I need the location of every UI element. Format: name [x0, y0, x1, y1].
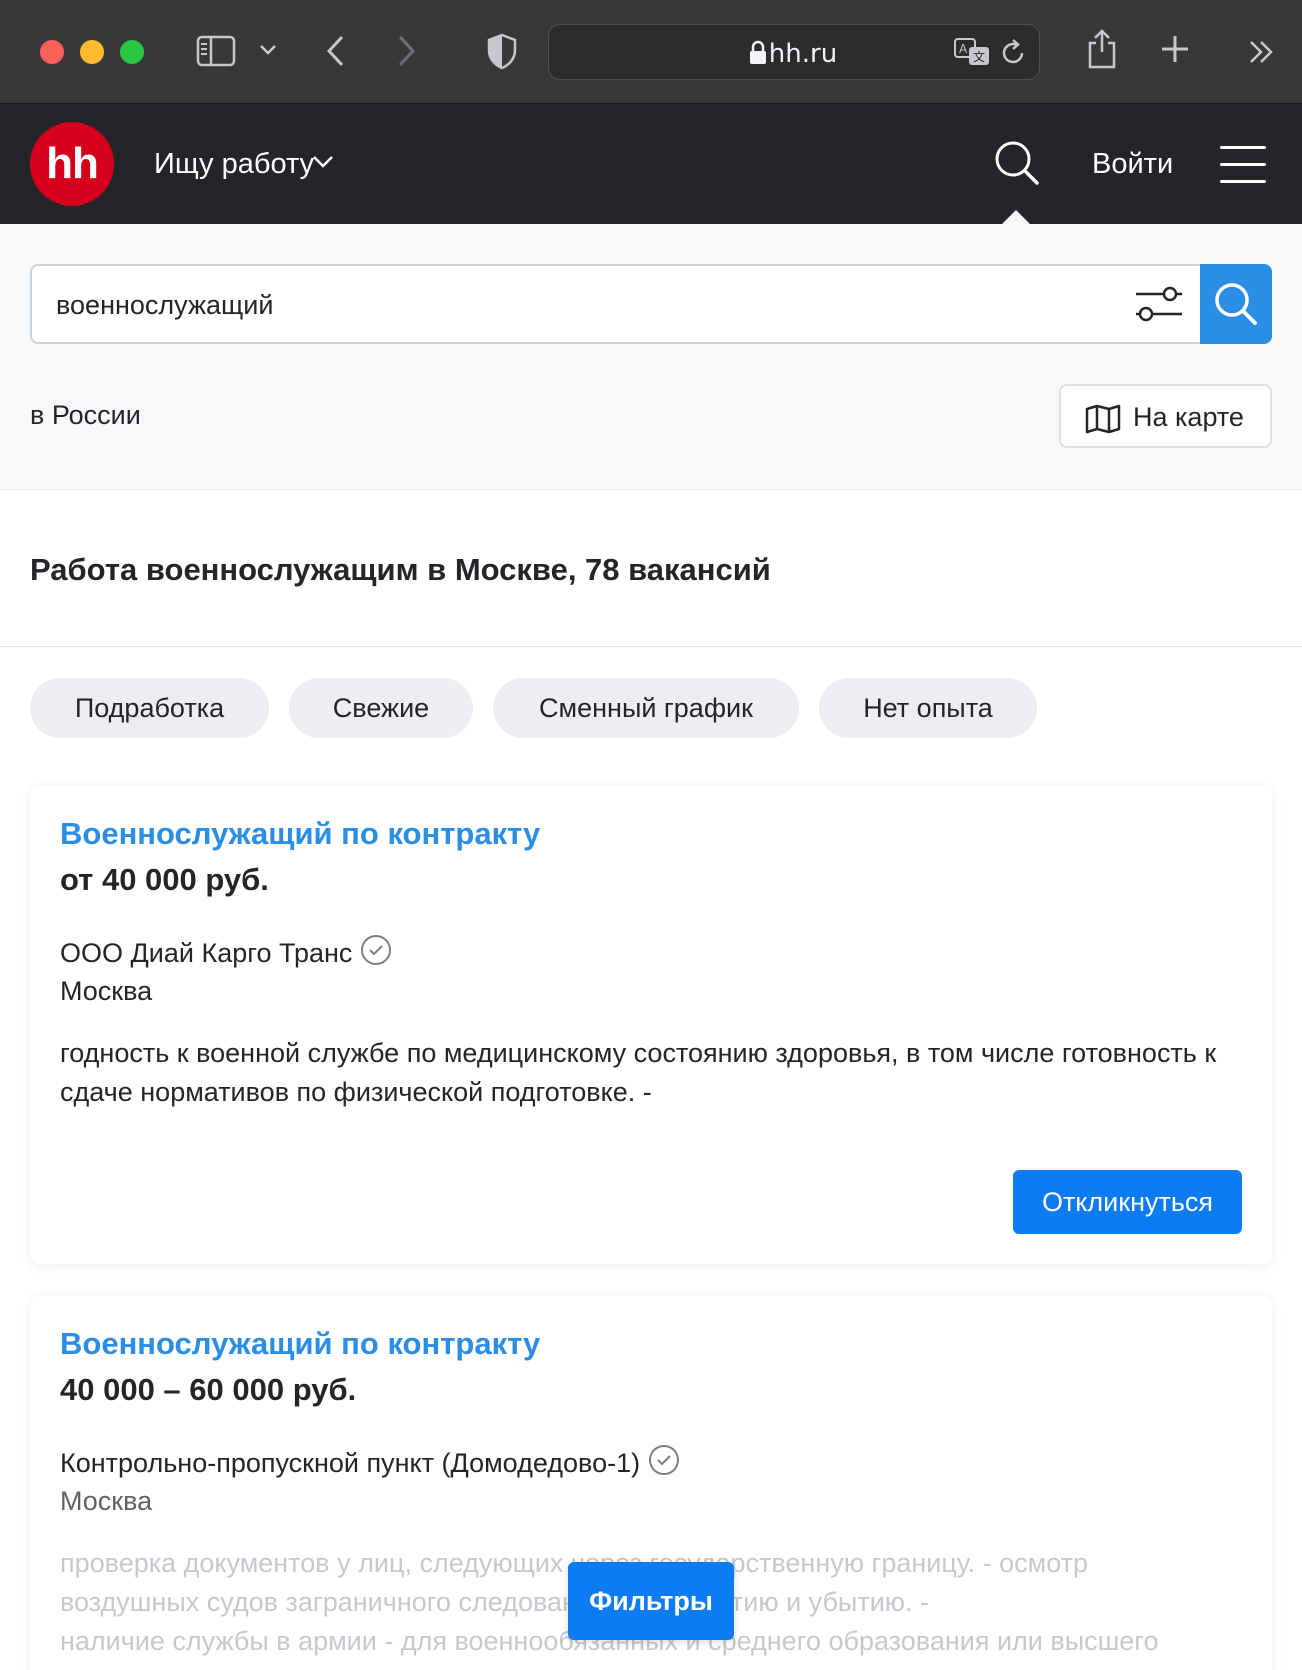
search-input[interactable]: военнослужащий: [30, 264, 1202, 344]
divider: [0, 646, 1302, 647]
map-button[interactable]: На карте: [1059, 384, 1272, 448]
login-link[interactable]: Войти: [1092, 148, 1173, 181]
vacancy-company[interactable]: Контрольно-пропускной пункт (Домодедово-…: [60, 1444, 680, 1483]
share-icon[interactable]: [1086, 28, 1118, 75]
forward-icon[interactable]: [394, 34, 418, 73]
search-icon[interactable]: [994, 140, 1040, 191]
menu-icon[interactable]: [1220, 144, 1266, 184]
map-icon: [1085, 404, 1121, 434]
apply-button[interactable]: Откликнуться: [1013, 1170, 1242, 1234]
minimize-window-button[interactable]: [80, 40, 104, 64]
vacancy-card: Военнослужащий по контракту от 40 000 ру…: [30, 786, 1272, 1264]
vacancy-company[interactable]: ООО Диай Карго Транс: [60, 934, 392, 973]
verified-check-icon: [360, 934, 392, 973]
vacancy-city: Москва: [60, 976, 153, 1006]
search-icon: [1215, 283, 1257, 325]
vacancy-city: Москва: [60, 1486, 153, 1516]
company-name: ООО Диай Карго Транс: [60, 938, 353, 968]
vacancy-salary: от 40 000 руб.: [60, 862, 269, 897]
translate-icon[interactable]: A文: [953, 37, 991, 72]
mode-selector-label[interactable]: Ищу работу: [154, 148, 314, 181]
back-icon[interactable]: [324, 34, 348, 73]
shield-icon[interactable]: [486, 32, 518, 75]
reload-icon[interactable]: [1001, 39, 1027, 72]
company-name: Контрольно-пропускной пункт (Домодедово-…: [60, 1448, 641, 1478]
site-header: hh Ищу работу Войти: [0, 104, 1302, 226]
hh-logo[interactable]: hh: [30, 122, 114, 206]
svg-text:A: A: [959, 42, 968, 56]
vacancy-title-link[interactable]: Военнослужащий по контракту: [60, 1326, 540, 1362]
vacancy-title-link[interactable]: Военнослужащий по контракту: [60, 816, 540, 852]
chevron-down-icon[interactable]: [312, 154, 334, 175]
sidebar-icon[interactable]: [196, 34, 236, 73]
vacancy-salary: 40 000 – 60 000 руб.: [60, 1372, 357, 1407]
search-submit-button[interactable]: [1200, 264, 1272, 344]
chip-part-time[interactable]: Подработка: [30, 678, 269, 738]
verified-check-icon: [648, 1444, 680, 1483]
close-window-button[interactable]: [40, 40, 64, 64]
vacancy-snippet: годность к военной службе по медицинском…: [60, 1038, 1217, 1107]
region-selector[interactable]: в России: [30, 400, 141, 431]
chip-no-experience[interactable]: Нет опыта: [819, 678, 1037, 738]
new-tab-icon[interactable]: [1160, 34, 1190, 69]
search-query: военнослужащий: [56, 290, 274, 320]
search-panel: военнослужащий в России На карте: [0, 224, 1302, 490]
address-bar[interactable]: hh.ru A文: [548, 24, 1040, 80]
chip-fresh[interactable]: Свежие: [289, 678, 473, 738]
chip-shift-schedule[interactable]: Сменный график: [493, 678, 799, 738]
filters-button[interactable]: Фильтры: [568, 1562, 734, 1640]
filter-settings-icon[interactable]: [1134, 284, 1184, 331]
browser-toolbar: hh.ru A文: [0, 0, 1302, 104]
map-button-label: На карте: [1133, 402, 1244, 432]
svg-text:文: 文: [973, 49, 985, 64]
more-icon[interactable]: [1248, 38, 1276, 71]
zoom-window-button[interactable]: [120, 40, 144, 64]
page-title: Работа военнослужащим в Москве, 78 вакан…: [30, 552, 771, 587]
chevron-down-icon[interactable]: [258, 42, 278, 63]
